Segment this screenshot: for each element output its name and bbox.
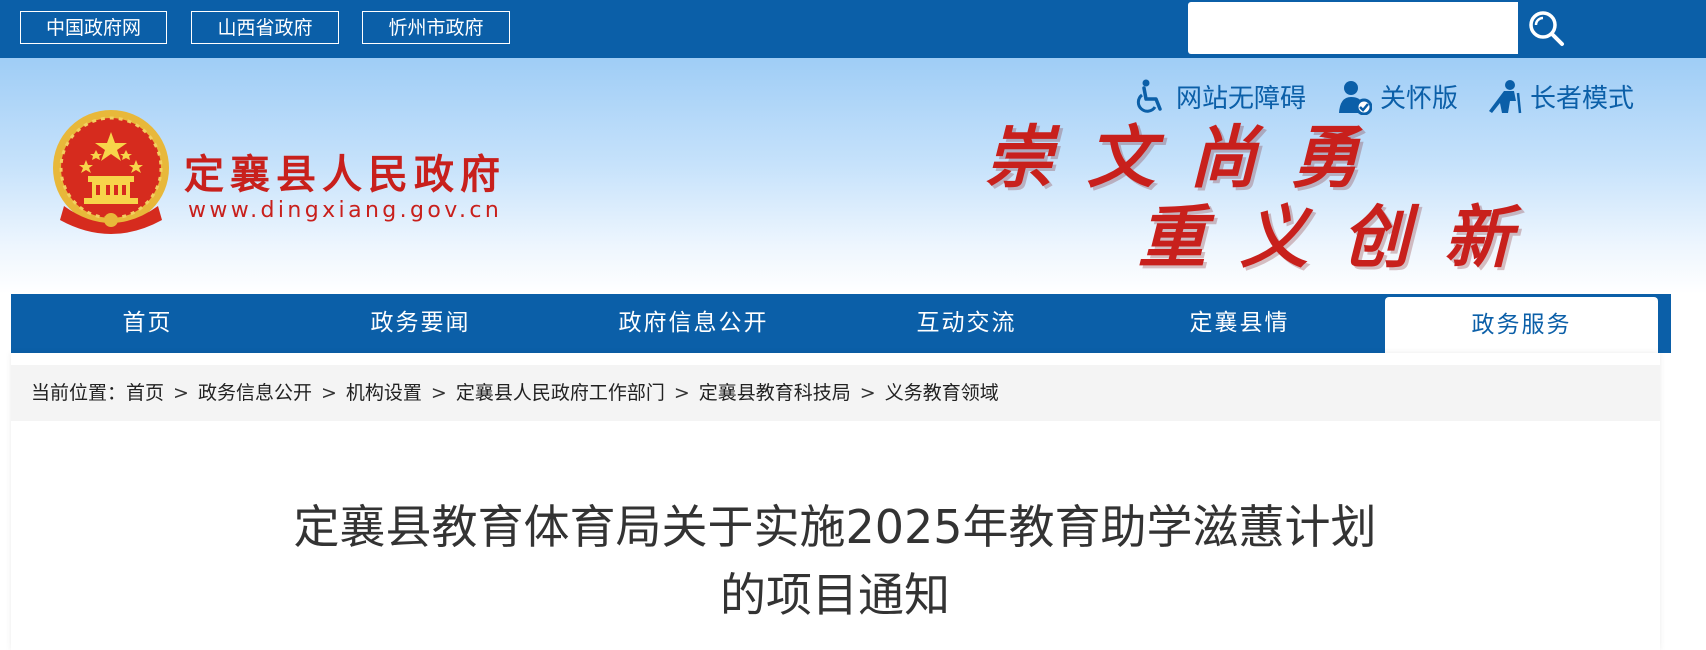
nav-interaction[interactable]: 互动交流 bbox=[830, 294, 1103, 353]
elder-mode-link[interactable]: 长者模式 bbox=[1488, 78, 1634, 115]
elder-mode-label: 长者模式 bbox=[1530, 84, 1635, 114]
wheelchair-icon bbox=[1136, 79, 1162, 113]
nav-gov-services[interactable]: 政务服务 bbox=[1385, 297, 1658, 353]
breadcrumb: 当前位置：首页 > 政务信息公开 > 机构设置 > 定襄县人民政府工作部门 > 定襄县教育科技局… bbox=[11, 365, 1660, 421]
breadcrumb-gov-info-public[interactable]: 政务信息公开 bbox=[198, 382, 312, 404]
site-url: www.dingxiang.gov.cn bbox=[188, 198, 503, 223]
article-title: 定襄县教育体育局关于实施2025年教育助学滋蕙计划 的项目通知 bbox=[200, 493, 1470, 629]
nav-gov-info-public[interactable]: 政府信息公开 bbox=[557, 294, 830, 353]
accessibility-link[interactable]: 网站无障碍 bbox=[1134, 78, 1306, 115]
search-button[interactable] bbox=[1518, 2, 1574, 54]
article-title-line-2: 的项目通知 bbox=[720, 568, 950, 622]
breadcrumb-separator: > bbox=[320, 382, 337, 404]
nav-news[interactable]: 政务要闻 bbox=[284, 294, 557, 353]
search-icon bbox=[1529, 11, 1564, 46]
care-mode-label: 关怀版 bbox=[1380, 84, 1459, 114]
breadcrumb-prefix: 当前位置： bbox=[31, 382, 127, 404]
search-input[interactable] bbox=[1188, 2, 1518, 54]
slogan-line-2: 重义创新 bbox=[1138, 198, 1547, 278]
care-user-icon bbox=[1339, 80, 1372, 115]
main-nav: 首页 政务要闻 政府信息公开 互动交流 定襄县情 政务服务 bbox=[11, 294, 1671, 353]
breadcrumb-org-setup[interactable]: 机构设置 bbox=[346, 382, 422, 404]
breadcrumb-education-bureau[interactable]: 定襄县教育科技局 bbox=[699, 382, 851, 404]
breadcrumb-separator: > bbox=[859, 382, 876, 404]
header-banner: 定襄县人民政府 www.dingxiang.gov.cn 崇文尚勇 重义创新 网… bbox=[0, 58, 1706, 294]
nav-county-info[interactable]: 定襄县情 bbox=[1103, 294, 1376, 353]
breadcrumb-separator: > bbox=[673, 382, 690, 404]
link-xinzhou-gov[interactable]: 忻州市政府 bbox=[362, 11, 510, 44]
top-bar: 中国政府网 山西省政府 忻州市政府 bbox=[0, 0, 1706, 58]
breadcrumb-gov-departments[interactable]: 定襄县人民政府工作部门 bbox=[456, 382, 665, 404]
breadcrumb-home[interactable]: 首页 bbox=[126, 382, 164, 404]
link-shanxi-gov[interactable]: 山西省政府 bbox=[191, 11, 339, 44]
article-title-line-1: 定襄县教育体育局关于实施2025年教育助学滋蕙计划 bbox=[293, 500, 1377, 554]
site-name: 定襄县人民政府 bbox=[184, 151, 506, 198]
breadcrumb-separator: > bbox=[173, 382, 189, 404]
link-china-gov[interactable]: 中国政府网 bbox=[20, 11, 167, 44]
national-emblem-icon bbox=[53, 110, 169, 234]
care-mode-link[interactable]: 关怀版 bbox=[1338, 78, 1458, 115]
elder-person-icon bbox=[1489, 79, 1522, 113]
breadcrumb-compulsory-education[interactable]: 义务教育领域 bbox=[885, 382, 999, 404]
accessibility-label: 网站无障碍 bbox=[1176, 84, 1307, 114]
nav-home[interactable]: 首页 bbox=[11, 294, 284, 353]
breadcrumb-separator: > bbox=[430, 382, 447, 404]
